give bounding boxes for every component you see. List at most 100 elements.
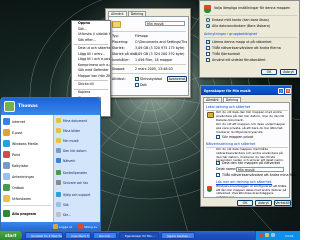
general-panel: Min musik Typ: Filmapp Placering: C:\Doc… bbox=[108, 16, 189, 96]
allow-change-checkbox[interactable] bbox=[216, 173, 220, 177]
taskbar-button-den-har[interactable]: Den här... bbox=[93, 232, 117, 239]
window-title: Egenskaper för Min musik bbox=[204, 88, 251, 93]
private-checkbox[interactable] bbox=[216, 135, 220, 139]
program-label: Internet bbox=[12, 119, 26, 124]
place-network[interactable]: Nätverk bbox=[56, 157, 100, 164]
apply-button[interactable]: Verkställ bbox=[274, 200, 291, 206]
start-button[interactable]: start bbox=[0, 231, 22, 240]
private-label: Gör mappen privat bbox=[222, 135, 254, 139]
network-icon[interactable] bbox=[271, 233, 275, 237]
taskbar-button-anandtech[interactable]: Anandtech fr... bbox=[65, 232, 91, 239]
allow-change-label: Tillåt nätverksanvändare att ändra filer… bbox=[212, 46, 281, 50]
place-label: Sök bbox=[63, 202, 69, 207]
shutdown-button[interactable]: Stäng av bbox=[84, 225, 97, 229]
menu-item-find[interactable]: Säk efter... bbox=[72, 38, 110, 44]
menu-item-send-to[interactable]: Skicka till bbox=[72, 82, 110, 88]
logoff-button[interactable]: Logga ut bbox=[59, 225, 72, 229]
menu-item-explore[interactable]: Utforska (i sidolist hit) bbox=[72, 32, 110, 38]
readonly-checkbox[interactable] bbox=[135, 77, 139, 81]
all-programs-button[interactable]: Alla program bbox=[3, 209, 51, 218]
program-media[interactable]: Windows Media bbox=[3, 139, 51, 148]
hidden-checkbox[interactable] bbox=[135, 83, 139, 87]
advanced-button[interactable]: Avancerat bbox=[167, 76, 187, 82]
internet-icon bbox=[3, 118, 10, 125]
group-title: Anknytningar i gruppbehörighet bbox=[204, 32, 257, 36]
network-sharing-title: Nätverksdelning och säkerhet bbox=[206, 142, 256, 146]
place-my-documents[interactable]: Mina dokument bbox=[56, 117, 100, 124]
share-name-input[interactable]: Min musik bbox=[236, 166, 284, 172]
avatar bbox=[4, 101, 15, 112]
notepad-icon bbox=[3, 173, 10, 180]
predefined-checkbox[interactable] bbox=[206, 58, 210, 62]
start-menu-programs: Internet E-post Windows Media Paint Kalk… bbox=[1, 115, 53, 222]
ok-button[interactable]: OK bbox=[237, 200, 253, 206]
program-internet[interactable]: Internet bbox=[3, 117, 51, 126]
folder-icon bbox=[56, 128, 61, 133]
cancel-button[interactable]: Avbryt bbox=[255, 200, 272, 206]
size-label: Storlek: bbox=[112, 46, 125, 50]
place-label: Min musik bbox=[63, 138, 79, 143]
program-email[interactable]: E-post bbox=[3, 128, 51, 137]
title-bar[interactable]: Egenskaper för Min musik ? × bbox=[201, 86, 291, 95]
place-help[interactable]: Hjälp och support bbox=[56, 191, 100, 198]
computer-icon bbox=[56, 148, 61, 153]
place-my-music[interactable]: Min musik bbox=[56, 137, 100, 144]
cancel-button[interactable]: Avbryt bbox=[280, 69, 297, 75]
allow-change-label: Tillåt nätverksanvändare att ändra mina … bbox=[222, 173, 296, 177]
place-printers[interactable]: Skrivare och fax bbox=[56, 179, 100, 186]
network-icon bbox=[56, 158, 61, 163]
remote-checkbox[interactable] bbox=[206, 52, 210, 56]
folder-properties-dialog: Allmänt Delning Min musik Typ: Filmapp P… bbox=[105, 8, 191, 98]
place-control-panel[interactable]: Kontrollpanelen bbox=[56, 169, 100, 176]
allow-change-checkbox[interactable] bbox=[206, 46, 210, 50]
program-label: Kalkylator bbox=[12, 163, 29, 168]
taskbar: start Goodwill for 4 Web Help Anandtech … bbox=[0, 231, 300, 240]
option-all-radio[interactable] bbox=[206, 24, 210, 28]
place-label: Nätverk bbox=[63, 158, 76, 163]
program-paint[interactable]: Paint bbox=[3, 150, 51, 159]
shield-icon bbox=[204, 5, 211, 13]
program-label: Ordbok bbox=[12, 185, 25, 190]
folder-icon bbox=[56, 138, 61, 143]
options-heading: Valja lämpliga inställningar för denna m… bbox=[214, 6, 291, 10]
help-icon[interactable]: ? bbox=[278, 87, 284, 94]
taskbar-button-properties[interactable]: Egenskaper för Min... bbox=[119, 232, 159, 239]
share-name-label: Delat namn: bbox=[216, 167, 237, 171]
ok-button[interactable]: OK bbox=[261, 69, 277, 75]
place-search[interactable]: Sök bbox=[56, 201, 100, 208]
program-dictionary[interactable]: Ordbok bbox=[3, 183, 51, 192]
taskbar-button-goodwill[interactable]: Goodwill for 4 Web Help bbox=[25, 232, 63, 239]
volume-icon[interactable] bbox=[265, 233, 269, 237]
desktop: Allmänt Delning Min musik Typ: Filmapp P… bbox=[0, 0, 300, 240]
program-calculator[interactable]: Kalkylator bbox=[3, 161, 51, 170]
email-icon bbox=[3, 129, 10, 136]
contains-label: Innehåller: bbox=[112, 58, 130, 62]
arrow-right-icon bbox=[3, 210, 10, 217]
control-panel-icon bbox=[56, 170, 61, 175]
printer-icon bbox=[56, 180, 61, 185]
menu-item-sharing[interactable]: Dela ut och säkerhet... bbox=[72, 46, 110, 52]
start-menu-header: Thomas bbox=[1, 98, 100, 115]
place-my-pictures[interactable]: Mina bilder bbox=[56, 127, 100, 134]
place-label: Mina dokument bbox=[63, 118, 87, 123]
folder-name-input[interactable]: Min musik bbox=[145, 21, 185, 26]
media-icon bbox=[3, 140, 10, 147]
learn-more-link[interactable]: Läs mer om delning och säkerhet. bbox=[216, 180, 272, 184]
clock[interactable]: 14:21 bbox=[285, 234, 294, 238]
program-label: Windows Media bbox=[12, 141, 38, 146]
program-notepad[interactable]: Anteckningar bbox=[3, 172, 51, 181]
menu-item-zip[interactable]: Mappar kon från ZIP bbox=[72, 74, 110, 80]
location-label: Placering: bbox=[112, 40, 129, 44]
menu-item-add-email[interactable]: Lägg till i och e-posta bbox=[72, 57, 110, 63]
place-run[interactable]: Kör... bbox=[56, 211, 100, 218]
place-label: Den här datorn bbox=[63, 148, 87, 153]
share-network-checkbox[interactable] bbox=[216, 161, 220, 165]
shield-icon[interactable] bbox=[259, 233, 263, 237]
place-my-computer[interactable]: Den här datorn bbox=[56, 147, 100, 154]
close-icon[interactable]: × bbox=[285, 87, 291, 94]
share-network-checkbox[interactable] bbox=[206, 40, 210, 44]
predefined-label: Använd ett utdelat förutbestämt bbox=[212, 58, 266, 62]
option-own-radio[interactable] bbox=[206, 18, 210, 22]
program-explorer[interactable]: Utforskaren bbox=[3, 194, 51, 203]
taskbar-button-laptops[interactable]: Jagare Laptops... bbox=[161, 232, 195, 239]
